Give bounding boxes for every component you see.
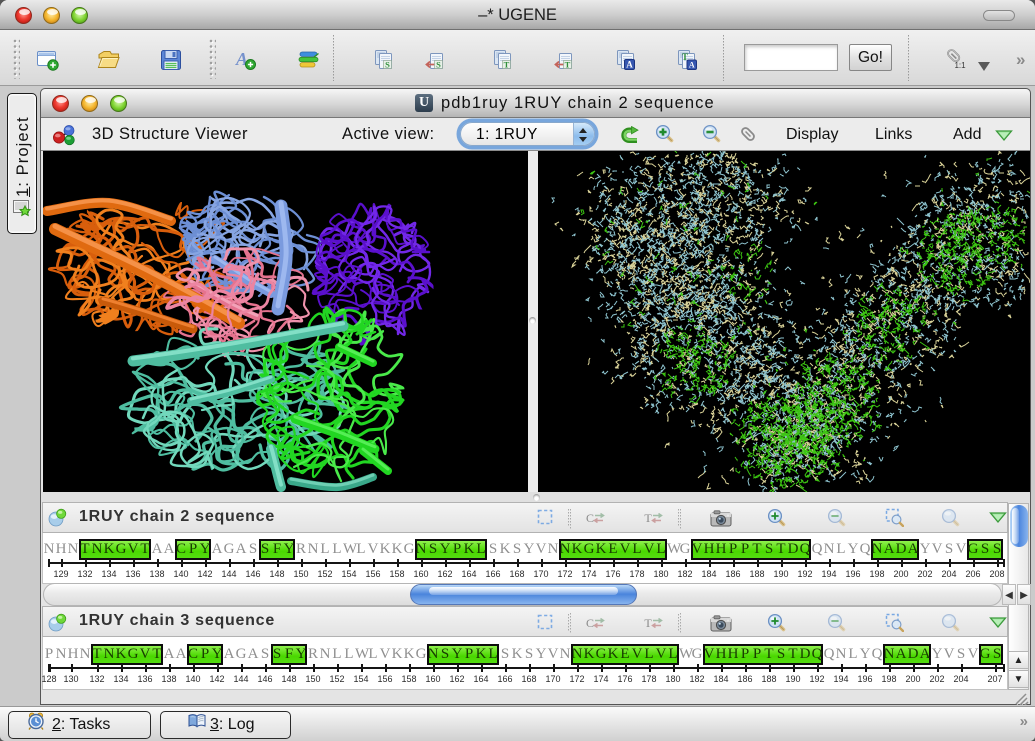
svg-text:T: T xyxy=(682,52,688,62)
svg-text:T: T xyxy=(504,59,510,69)
svg-text:A: A xyxy=(626,60,633,70)
svg-text:C: C xyxy=(586,511,594,525)
svg-text:A: A xyxy=(689,61,695,70)
svg-text:S: S xyxy=(436,59,441,69)
svg-text:T: T xyxy=(565,59,571,69)
svg-text:S: S xyxy=(385,59,390,69)
svg-text:C: C xyxy=(586,616,594,630)
svg-text:1:1: 1:1 xyxy=(954,61,966,70)
svg-text:T: T xyxy=(644,616,652,630)
svg-text:T: T xyxy=(644,511,652,525)
